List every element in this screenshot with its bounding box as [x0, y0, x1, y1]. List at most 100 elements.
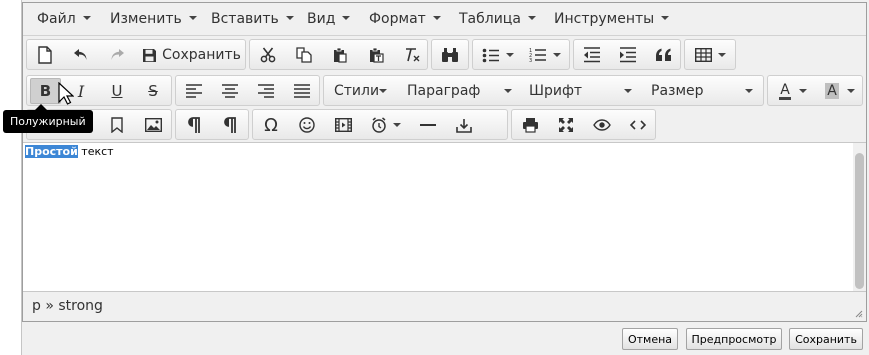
- align-left-icon: [186, 84, 202, 98]
- horizontal-rule-button[interactable]: [413, 112, 443, 138]
- paste-button[interactable]: [325, 42, 355, 68]
- background-color-icon: A: [825, 83, 839, 99]
- binoculars-icon: [442, 48, 458, 62]
- preview-button[interactable]: [587, 112, 617, 138]
- page-break-button[interactable]: [449, 112, 479, 138]
- bold-button[interactable]: B: [30, 78, 61, 104]
- text-color-button[interactable]: A: [771, 78, 815, 104]
- indent-button[interactable]: [613, 42, 643, 68]
- fullscreen-button[interactable]: [551, 112, 581, 138]
- print-button[interactable]: [515, 112, 545, 138]
- menu-file[interactable]: Файл: [37, 11, 91, 29]
- element-path[interactable]: p » strong: [32, 298, 103, 314]
- preview-dialog-button[interactable]: Предпросмотр: [686, 328, 782, 350]
- toolbar-group-formats: Стили Параграф Шрифт Размер: [323, 75, 764, 106]
- strikethrough-button[interactable]: S: [138, 78, 168, 104]
- paragraph-mark-icon: [224, 117, 236, 133]
- pilcrow-icon: [188, 117, 200, 133]
- emoticons-button[interactable]: [292, 112, 322, 138]
- chevron-down-icon: [624, 89, 632, 93]
- menu-label: Инструменты: [554, 11, 655, 27]
- horizontal-line-icon: [420, 124, 436, 126]
- eye-icon: [593, 119, 611, 131]
- align-right-icon: [258, 84, 274, 98]
- underline-button[interactable]: U: [102, 78, 132, 104]
- blockquote-button[interactable]: [649, 42, 679, 68]
- align-right-button[interactable]: [251, 78, 281, 104]
- font-family-dropdown[interactable]: Шрифт: [524, 78, 640, 104]
- underline-icon: U: [111, 82, 123, 100]
- omega-icon: Ω: [264, 114, 278, 136]
- plain-text[interactable]: текст: [78, 145, 113, 158]
- styles-dropdown[interactable]: Стили: [329, 78, 395, 104]
- toolbar-row-1: Сохранить 1 2 3: [23, 37, 866, 73]
- vertical-scrollbar[interactable]: [853, 143, 866, 292]
- new-document-button[interactable]: [30, 42, 60, 68]
- align-center-button[interactable]: [215, 78, 245, 104]
- paragraph-dropdown-label: Параграф: [407, 83, 481, 99]
- menu-format[interactable]: Формат: [369, 11, 441, 29]
- toolbar-group-text-style: B I U S: [26, 75, 172, 106]
- toolbar-group-blocks: [175, 109, 249, 140]
- toolbar-group-file: Сохранить: [26, 39, 246, 70]
- menu-tools[interactable]: Инструменты: [554, 11, 670, 29]
- outdent-button[interactable]: [577, 42, 607, 68]
- scrollbar-thumb[interactable]: [855, 153, 864, 289]
- source-code-button[interactable]: [623, 112, 653, 138]
- table-button[interactable]: [688, 42, 732, 68]
- chevron-down-icon: [379, 89, 387, 93]
- statusbar: p » strong: [23, 291, 866, 321]
- align-left-button[interactable]: [179, 78, 209, 104]
- toolbar-group-special: Ω: [252, 109, 508, 140]
- chevron-down-icon: [188, 16, 197, 20]
- align-justify-button[interactable]: [287, 78, 317, 104]
- code-icon: [630, 120, 646, 130]
- chevron-down-icon: [745, 89, 753, 93]
- numbered-list-button[interactable]: 123: [523, 42, 567, 68]
- indent-icon: [620, 47, 636, 63]
- floppy-disk-icon: [143, 48, 157, 62]
- background-color-button[interactable]: A: [818, 78, 862, 104]
- chevron-down-icon: [504, 89, 512, 93]
- save-dialog-button[interactable]: Сохранить: [789, 328, 863, 350]
- text-color-icon: A: [779, 81, 791, 100]
- show-blocks-button[interactable]: [179, 112, 209, 138]
- bullet-list-icon: [482, 48, 499, 62]
- menu-table[interactable]: Таблица: [459, 11, 536, 29]
- content-area[interactable]: Простой текст: [23, 142, 866, 292]
- menu-label: Таблица: [459, 11, 521, 27]
- chevron-down-icon: [661, 16, 670, 20]
- bold-icon: B: [39, 82, 52, 100]
- chevron-down-icon: [553, 53, 561, 57]
- cancel-button[interactable]: Отмена: [622, 328, 678, 350]
- menu-insert[interactable]: Вставить: [211, 11, 294, 29]
- menu-edit[interactable]: Изменить: [110, 11, 197, 29]
- anchor-button[interactable]: [102, 112, 132, 138]
- image-button[interactable]: [138, 112, 168, 138]
- undo-button[interactable]: [66, 42, 96, 68]
- menu-view[interactable]: Вид: [307, 11, 351, 29]
- font-size-dropdown[interactable]: Размер: [646, 78, 761, 104]
- selected-bold-text[interactable]: Простой: [25, 145, 78, 158]
- paste-as-text-button[interactable]: [361, 42, 391, 68]
- clear-formatting-button[interactable]: [397, 42, 427, 68]
- toolbar-group-colors: A A: [767, 75, 863, 106]
- media-button[interactable]: [328, 112, 358, 138]
- save-button[interactable]: Сохранить: [140, 42, 243, 68]
- chevron-down-icon: [432, 16, 441, 20]
- font-size-dropdown-label: Размер: [651, 83, 704, 99]
- redo-button[interactable]: [102, 42, 132, 68]
- bullet-list-button[interactable]: [476, 42, 520, 68]
- cut-button[interactable]: [253, 42, 283, 68]
- find-replace-button[interactable]: [435, 42, 465, 68]
- font-family-dropdown-label: Шрифт: [529, 83, 583, 99]
- menubar: Файл Изменить Вставить Вид Формат Таблиц…: [23, 3, 866, 36]
- show-invisibles-button[interactable]: [215, 112, 245, 138]
- copy-button[interactable]: [289, 42, 319, 68]
- resize-handle-icon[interactable]: [855, 310, 863, 318]
- paragraph-dropdown[interactable]: Параграф: [402, 78, 520, 104]
- svg-text:3: 3: [529, 58, 532, 63]
- content-paragraph[interactable]: Простой текст: [25, 145, 114, 158]
- insert-datetime-button[interactable]: [364, 112, 408, 138]
- special-character-button[interactable]: Ω: [256, 112, 286, 138]
